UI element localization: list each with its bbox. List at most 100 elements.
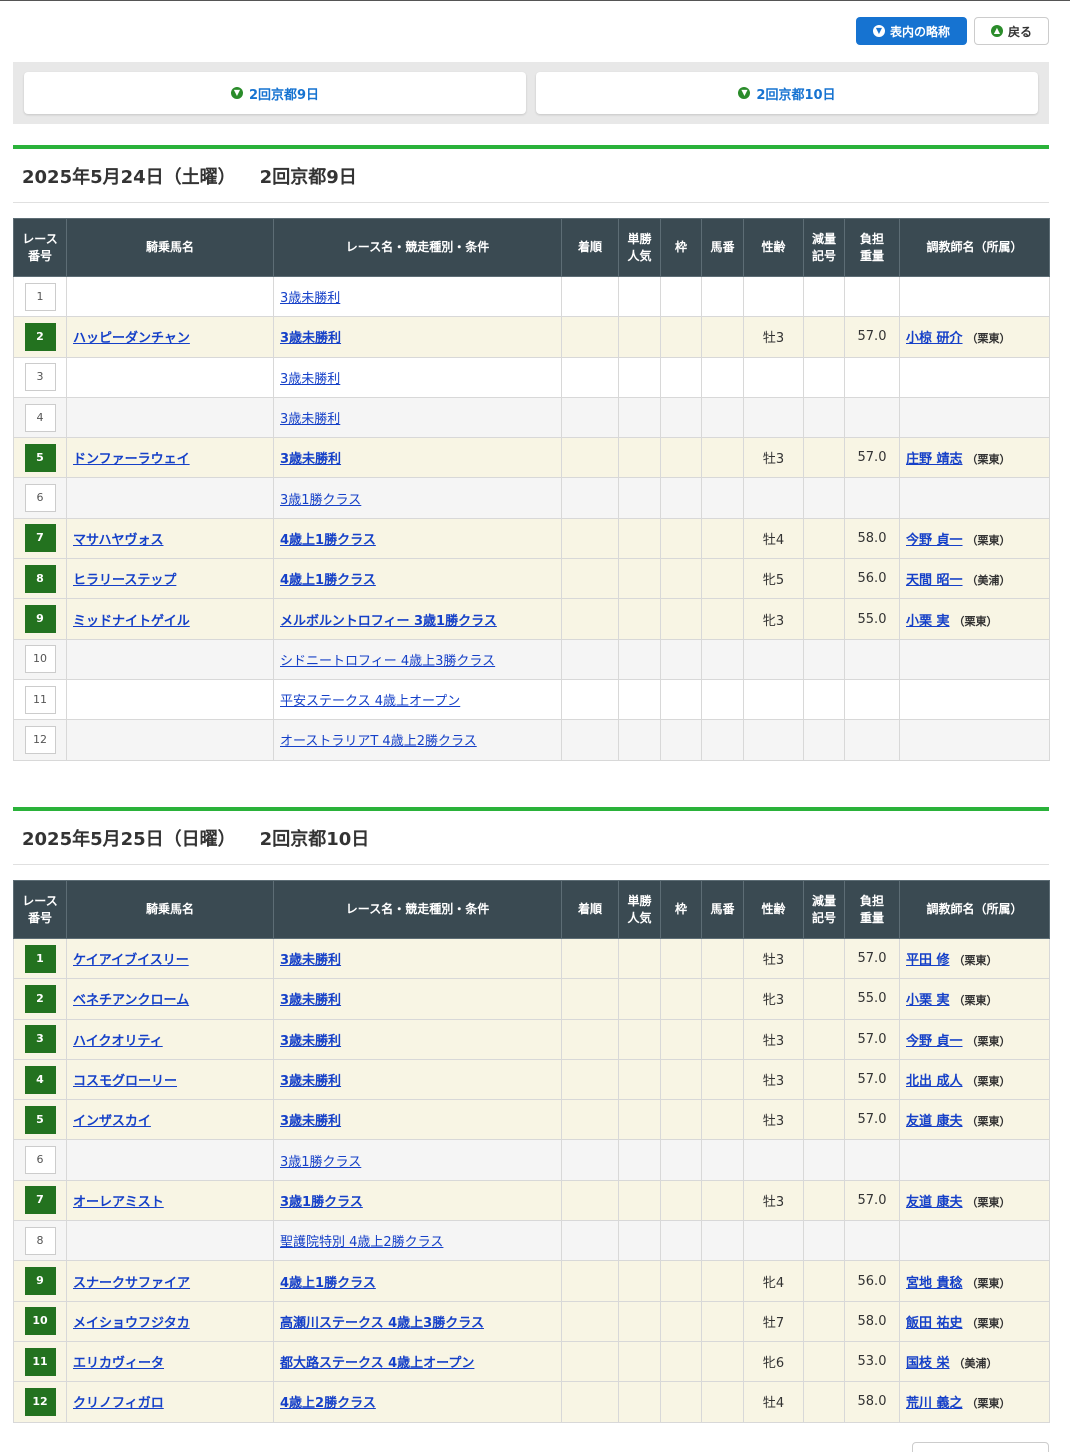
- popularity-cell: [618, 356, 661, 398]
- trainer-link[interactable]: 庄野 靖志: [906, 452, 963, 467]
- race-link[interactable]: 3歳未勝利: [280, 331, 341, 346]
- horse-link[interactable]: スナークサファイア: [73, 1276, 190, 1291]
- race-row: 9 スナークサファイア 4歳上1勝クラス 牝4 56.0 宮地 貴稔 （栗東）: [13, 1260, 1050, 1302]
- race-row: 6 3歳1勝クラス: [13, 477, 1050, 519]
- horse-link[interactable]: コスモグローリー: [73, 1074, 177, 1089]
- horse-link[interactable]: ハイクオリティ: [73, 1034, 163, 1049]
- race-link[interactable]: オーストラリアT 4歳上2勝クラス: [280, 734, 477, 749]
- race-link[interactable]: 3歳未勝利: [280, 993, 341, 1008]
- race-link[interactable]: 平安ステークス 4歳上オープン: [280, 694, 460, 709]
- chevron-up-circle-icon: ▲: [990, 25, 1003, 37]
- horse-link[interactable]: ハッピーダンチャン: [73, 331, 190, 346]
- race-link[interactable]: 4歳上2勝クラス: [280, 1396, 376, 1411]
- carried-weight-cell: 55.0: [844, 598, 900, 640]
- horse-link[interactable]: インザスカイ: [73, 1114, 151, 1129]
- race-row: 3 3歳未勝利: [13, 356, 1050, 398]
- race-number-cell: 12: [13, 1381, 67, 1423]
- trainer-link[interactable]: 小栗 実: [906, 993, 950, 1008]
- horse-link[interactable]: ミッドナイトゲイル: [73, 614, 190, 629]
- sex-age-cell: [743, 638, 804, 680]
- popularity-cell: [618, 1099, 661, 1141]
- finish-cell: [561, 316, 619, 358]
- popularity-cell: [618, 1300, 661, 1342]
- race-link[interactable]: 3歳未勝利: [280, 452, 341, 467]
- horse-number-cell: [701, 396, 744, 439]
- trainer-link[interactable]: 今野 貞一: [906, 533, 963, 548]
- weight-reduction-cell: [803, 396, 845, 439]
- race-link[interactable]: 3歳未勝利: [280, 291, 340, 306]
- race-link[interactable]: 3歳1勝クラス: [280, 493, 361, 508]
- race-link[interactable]: 3歳1勝クラス: [280, 1155, 361, 1170]
- race-link[interactable]: 4歳上1勝クラス: [280, 573, 376, 588]
- trainer-affiliation: （栗東）: [966, 1397, 1011, 1411]
- race-number-cell: 10: [13, 1300, 67, 1342]
- bracket-cell: [660, 517, 702, 560]
- race-link[interactable]: 3歳未勝利: [280, 1074, 341, 1089]
- day-link-10[interactable]: ▼ 2回京都10日: [536, 72, 1038, 114]
- race-link[interactable]: 4歳上1勝クラス: [280, 1276, 376, 1291]
- race-link[interactable]: 3歳1勝クラス: [280, 1195, 363, 1210]
- race-link[interactable]: 3歳未勝利: [280, 412, 340, 427]
- section-meet: 2回京都10日: [259, 828, 370, 850]
- trainer-affiliation: （美浦）: [966, 574, 1011, 588]
- race-link[interactable]: メルボルントロフィー 3歳1勝クラス: [280, 614, 497, 629]
- trainer-link[interactable]: 宮地 貴稔: [906, 1276, 963, 1291]
- race-link[interactable]: 3歳未勝利: [280, 1034, 341, 1049]
- trainer-cell: [899, 1220, 1050, 1262]
- race-link[interactable]: 高瀬川ステークス 4歳上3勝クラス: [280, 1316, 484, 1331]
- horse-link[interactable]: マサハヤヴォス: [73, 533, 163, 548]
- horse-cell: ミッドナイトゲイル: [66, 598, 274, 640]
- sex-age-cell: 牡3: [743, 1018, 804, 1060]
- horse-link[interactable]: エリカヴィータ: [73, 1356, 164, 1371]
- trainer-link[interactable]: 小栗 実: [906, 614, 950, 629]
- trainer-affiliation: （栗東）: [966, 332, 1011, 346]
- carried-weight-cell: 57.0: [844, 1058, 900, 1101]
- abbreviation-button[interactable]: ▼ 表内の略称: [856, 17, 967, 45]
- race-number-cell: 9: [13, 598, 67, 640]
- sex-age-cell: [743, 678, 804, 721]
- race-row: 2 ハッピーダンチャン 3歳未勝利 牡3 57.0 小椋 研介 （栗東）: [13, 316, 1050, 358]
- horse-cell: エリカヴィータ: [66, 1340, 274, 1383]
- trainer-affiliation: （栗東）: [966, 1075, 1011, 1089]
- trainer-link[interactable]: 小椋 研介: [906, 331, 963, 346]
- trainer-link[interactable]: 国枝 栄: [906, 1356, 950, 1371]
- horse-link[interactable]: メイショウフジタカ: [73, 1316, 190, 1331]
- horse-link[interactable]: ヒラリーステップ: [73, 573, 176, 588]
- horse-link[interactable]: オーレアミスト: [73, 1195, 164, 1210]
- trainer-link[interactable]: 飯田 祐史: [906, 1316, 963, 1331]
- trainer-link[interactable]: 今野 貞一: [906, 1034, 963, 1049]
- bracket-cell: [660, 678, 702, 721]
- trainer-link[interactable]: 平田 修: [906, 953, 950, 968]
- weight-reduction-cell: [803, 1220, 845, 1262]
- column-header: 負担 重量: [844, 880, 900, 939]
- day-link-9[interactable]: ▼ 2回京都9日: [24, 72, 526, 114]
- horse-link[interactable]: ドンファーラウェイ: [73, 452, 190, 467]
- carried-weight-cell: 56.0: [844, 1260, 900, 1302]
- trainer-link[interactable]: 友道 康夫: [906, 1195, 963, 1210]
- weight-reduction-cell: [803, 638, 845, 680]
- carried-weight-cell: 57.0: [844, 937, 900, 980]
- trainer-affiliation: （栗東）: [953, 994, 998, 1008]
- horse-link[interactable]: ベネチアンクローム: [73, 993, 189, 1008]
- race-link[interactable]: 4歳上1勝クラス: [280, 533, 376, 548]
- trainer-link[interactable]: 天間 昭一: [906, 573, 963, 588]
- race-link[interactable]: 3歳未勝利: [280, 953, 341, 968]
- horse-link[interactable]: クリノフィガロ: [73, 1396, 164, 1411]
- horse-link[interactable]: ケイアイブイスリー: [73, 953, 189, 968]
- sex-age-cell: 牝6: [743, 1340, 804, 1383]
- trainer-link[interactable]: 北出 成人: [906, 1074, 963, 1089]
- race-row: 6 3歳1勝クラス: [13, 1139, 1050, 1181]
- race-link[interactable]: 3歳未勝利: [280, 372, 340, 387]
- race-link[interactable]: シドニートロフィー 4歳上3勝クラス: [280, 654, 495, 669]
- bracket-cell: [660, 1058, 702, 1101]
- trainer-link[interactable]: 友道 康夫: [906, 1114, 963, 1129]
- back-button[interactable]: ▲ 戻る: [974, 17, 1049, 45]
- trainer-link[interactable]: 荒川 義之: [906, 1396, 963, 1411]
- race-link[interactable]: 都大路ステークス 4歳上オープン: [280, 1356, 474, 1371]
- carried-weight-cell: [844, 477, 900, 519]
- page-top-button[interactable]: [912, 1442, 1049, 1452]
- trainer-cell: 国枝 栄（美浦）: [899, 1340, 1050, 1383]
- race-link[interactable]: 聖護院特別 4歳上2勝クラス: [280, 1235, 443, 1250]
- horse-cell: [66, 356, 274, 398]
- race-link[interactable]: 3歳未勝利: [280, 1114, 341, 1129]
